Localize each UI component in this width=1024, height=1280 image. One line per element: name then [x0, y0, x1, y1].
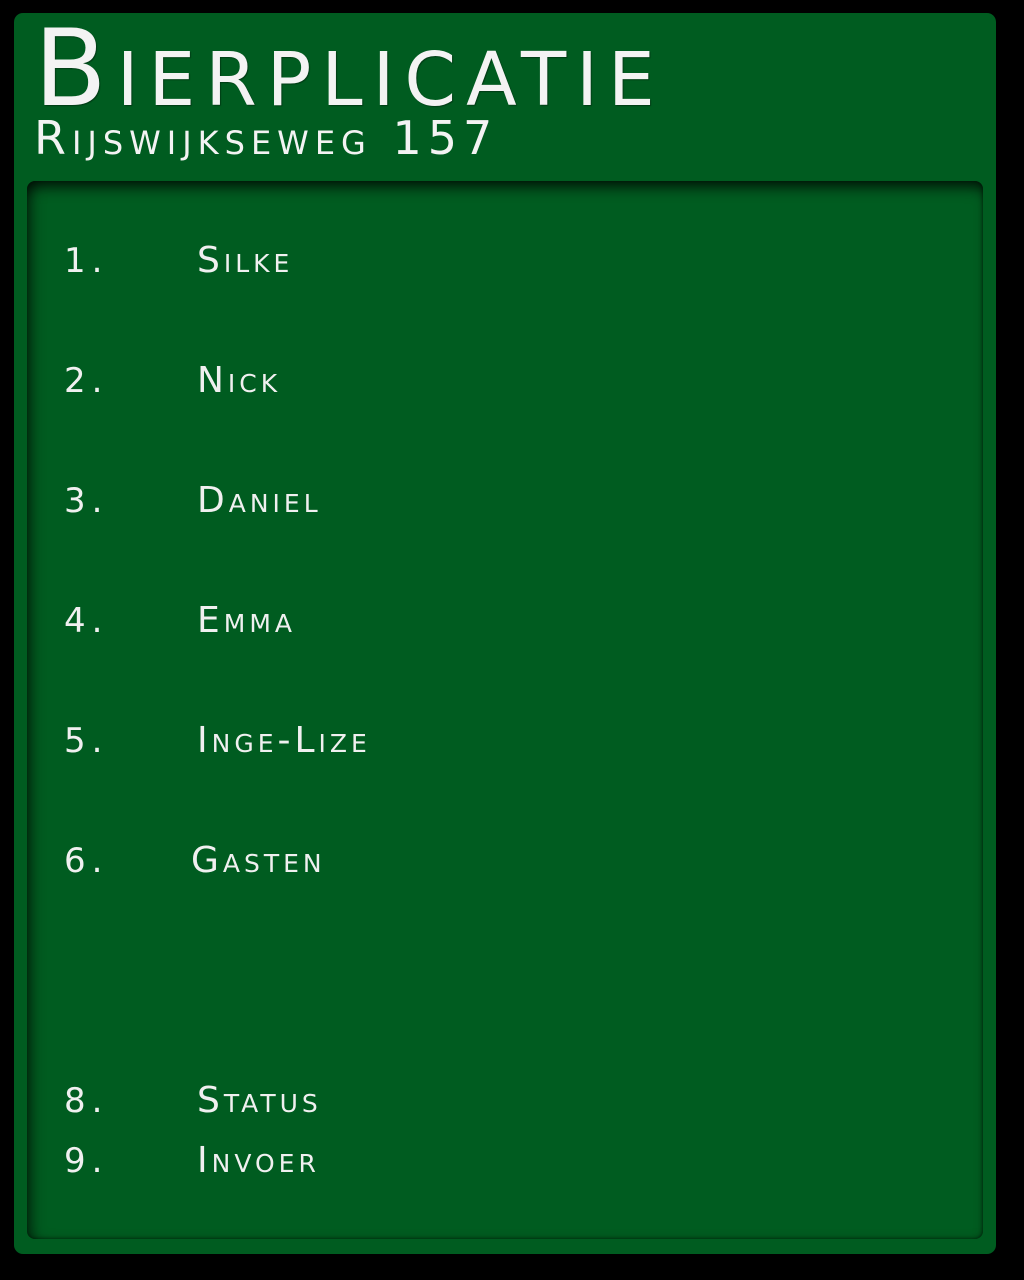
- menu-item-invoer[interactable]: 9. Invoer: [27, 1136, 727, 1186]
- menu-item-label: Daniel: [197, 480, 322, 521]
- menu-item-number: 3.: [64, 481, 109, 521]
- app-window: Bierplicatie Rijswijkseweg 157 1. Silke …: [14, 13, 996, 1254]
- menu-item-daniel[interactable]: 3. Daniel: [27, 476, 727, 526]
- menu-item-label: Inge-Lize: [197, 720, 371, 761]
- menu-item-label: Silke: [197, 240, 294, 281]
- menu-item-number: 2.: [64, 361, 109, 401]
- menu-item-number: 9.: [64, 1141, 109, 1181]
- menu-item-emma[interactable]: 4. Emma: [27, 596, 727, 646]
- menu-panel: 1. Silke 2. Nick 3. Daniel 4. Emma 5. In…: [27, 181, 983, 1239]
- menu-item-label: Gasten: [191, 840, 326, 881]
- menu-item-label: Nick: [197, 360, 282, 401]
- menu-item-nick[interactable]: 2. Nick: [27, 356, 727, 406]
- menu-item-status[interactable]: 8. Status: [27, 1076, 727, 1126]
- menu-item-gasten[interactable]: 6. Gasten: [27, 836, 727, 886]
- menu-item-number: 8.: [64, 1081, 109, 1121]
- menu-item-inge-lize[interactable]: 5. Inge-Lize: [27, 716, 727, 766]
- menu-item-number: 1.: [64, 241, 109, 281]
- menu-item-number: 5.: [64, 721, 109, 761]
- menu-item-label: Invoer: [197, 1140, 320, 1181]
- menu-item-label: Status: [197, 1080, 322, 1121]
- menu-item-number: 6.: [64, 841, 109, 881]
- app-title: Bierplicatie: [34, 7, 665, 130]
- menu-item-silke[interactable]: 1. Silke: [27, 236, 727, 286]
- menu-item-number: 4.: [64, 601, 109, 641]
- address-subtitle: Rijswijkseweg 157: [34, 111, 499, 165]
- menu-item-label: Emma: [197, 600, 296, 641]
